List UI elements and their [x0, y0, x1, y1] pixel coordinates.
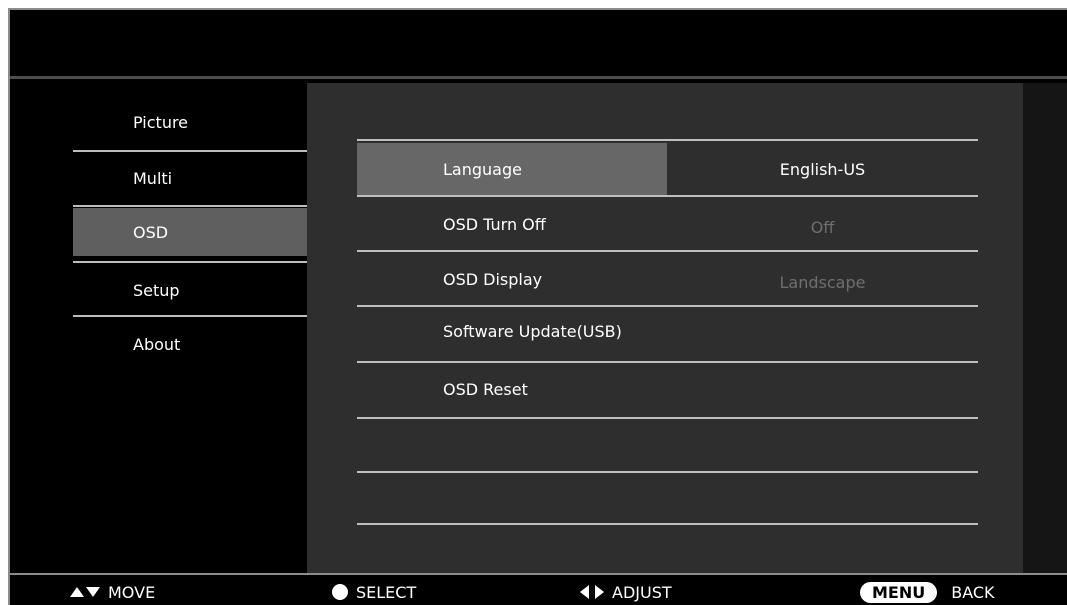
sidebar-item-label: About	[133, 334, 181, 354]
setting-label: OSD Display	[443, 269, 543, 289]
setting-label: OSD Turn Off	[443, 214, 546, 234]
osd-window: Picture Multi OSD Setup About Language E…	[8, 8, 1067, 605]
sidebar-item-multi[interactable]: Multi	[73, 151, 307, 205]
row-divider	[357, 471, 978, 473]
adjust-hint: ADJUST	[580, 579, 672, 605]
move-hint: MOVE	[70, 579, 155, 605]
row-divider	[357, 139, 978, 141]
sidebar-divider	[73, 205, 307, 207]
right-strip	[1023, 83, 1067, 573]
sidebar-item-label: Picture	[133, 112, 189, 132]
setting-row-osd-reset[interactable]: OSD Reset	[357, 363, 978, 415]
setting-row-language[interactable]: Language English-US	[357, 143, 978, 195]
back-hint: MENU BACK	[860, 579, 995, 605]
up-down-arrows-icon	[70, 587, 100, 597]
setting-row-osd-turn-off[interactable]: OSD Turn Off Off	[357, 198, 978, 250]
move-hint-label: MOVE	[108, 582, 156, 602]
back-hint-label: BACK	[951, 582, 995, 602]
sidebar-item-label: OSD	[133, 222, 169, 242]
sidebar-item-picture[interactable]: Picture	[73, 95, 307, 149]
select-hint-label: SELECT	[356, 582, 417, 602]
sidebar-item-label: Multi	[133, 168, 173, 188]
sidebar-item-setup[interactable]: Setup	[73, 263, 307, 317]
hint-bar: MOVE SELECT ADJUST MENU BACK	[10, 573, 1067, 605]
setting-value[interactable]: Off	[667, 198, 978, 250]
top-bar	[10, 10, 1067, 76]
circle-icon	[332, 584, 348, 600]
sidebar-item-osd[interactable]: OSD	[73, 208, 307, 256]
settings-panel: Language English-US OSD Turn Off Off OSD…	[307, 83, 1023, 573]
setting-value[interactable]: English-US	[667, 143, 978, 195]
setting-label: Language	[357, 143, 667, 195]
sidebar-item-label: Setup	[133, 280, 180, 300]
setting-row-software-update[interactable]: Software Update(USB)	[357, 305, 978, 357]
setting-label: OSD Reset	[443, 379, 528, 399]
row-divider	[357, 250, 978, 252]
setting-row-osd-display[interactable]: OSD Display Landscape	[357, 253, 978, 305]
setting-label: Software Update(USB)	[443, 321, 622, 341]
adjust-hint-label: ADJUST	[612, 582, 672, 602]
select-hint: SELECT	[332, 579, 416, 605]
row-divider	[357, 523, 978, 525]
row-divider	[357, 195, 978, 197]
sidebar-item-about[interactable]: About	[73, 317, 307, 371]
setting-value[interactable]: Landscape	[667, 253, 978, 305]
left-right-arrows-icon	[580, 585, 604, 599]
sidebar: Picture Multi OSD Setup About	[10, 79, 307, 573]
menu-key-badge: MENU	[860, 581, 938, 603]
row-divider	[357, 417, 978, 419]
